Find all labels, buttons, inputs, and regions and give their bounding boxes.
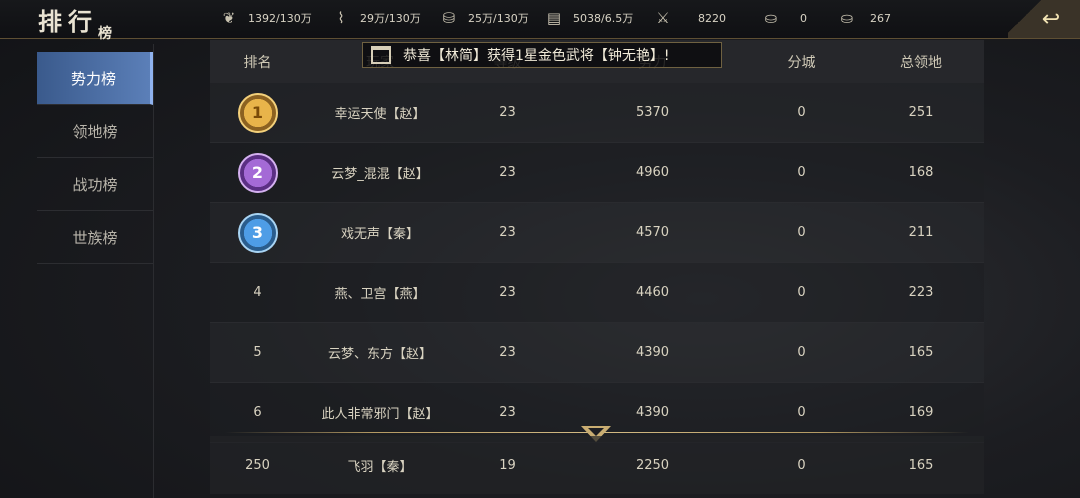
- player-level: 23: [499, 285, 516, 300]
- gold-ingot-icon: ⛀: [764, 9, 778, 27]
- table-body: 1 幸运天使【赵】 23 5370 0 251 2 云梦_混混【赵】 23 49…: [210, 83, 984, 443]
- back-button[interactable]: ↩: [1008, 0, 1080, 38]
- rank-1-medal-icon: 1: [237, 92, 278, 133]
- table-row[interactable]: 1 幸运天使【赵】 23 5370 0 251: [210, 83, 984, 143]
- sword-icon: ⚔: [656, 9, 670, 27]
- self-name: 飞羽【秦】: [347, 459, 413, 475]
- rank-2-medal-icon: 2: [237, 152, 278, 193]
- player-level: 23: [499, 225, 516, 240]
- player-territory: 251: [908, 105, 934, 120]
- player-rank: 4: [253, 285, 262, 300]
- player-level: 23: [499, 165, 516, 180]
- player-power: 5370: [635, 105, 670, 120]
- player-name: 云梦、东方【赵】: [327, 347, 432, 362]
- sidebar-item-label: 战功榜: [72, 175, 118, 194]
- resource-value: 1392/130万: [248, 12, 312, 25]
- resource-value: 8220: [698, 11, 726, 25]
- page-title-main: 排行: [38, 7, 98, 36]
- self-rank: 250: [245, 457, 270, 473]
- page-title: 排行榜: [38, 2, 112, 42]
- self-territory: 165: [908, 457, 934, 473]
- player-rank: 6: [253, 405, 262, 420]
- player-rank: 5: [253, 345, 262, 360]
- back-arrow-icon: ↩: [1041, 6, 1061, 32]
- resource-wheat: ❦ 1392/130万: [218, 0, 312, 36]
- ranking-table: 排名 玩家 等级 势力 分城 总领地 1 幸运天使【赵】 23 5370 0 2…: [210, 40, 984, 443]
- sidebar-divider: [153, 44, 154, 498]
- resource-value: 29万/130万: [360, 12, 421, 25]
- page-title-suffix: 榜: [98, 26, 112, 42]
- wheat-icon: ❦: [222, 9, 236, 27]
- player-name: 戏无声【秦】: [340, 227, 419, 242]
- player-cities: 0: [797, 105, 806, 120]
- player-level: 23: [499, 345, 516, 360]
- wood-icon: ⌇: [337, 9, 345, 27]
- player-power: 4390: [635, 345, 670, 360]
- sidebar: 势力榜 领地榜 战功榜 世族榜: [37, 52, 153, 264]
- player-territory: 223: [908, 285, 934, 300]
- sidebar-item-clan-rank[interactable]: 世族榜: [37, 211, 153, 264]
- header-rank: 排名: [243, 54, 272, 71]
- header-total-territory: 总领地: [900, 54, 942, 71]
- top-bar: 排行榜 ❦ 1392/130万 ⌇ 29万/130万 ⛁ 25万/130万 ▤ …: [0, 0, 1080, 42]
- resource-gold: ⛀ 0: [760, 0, 807, 36]
- player-power: 4960: [635, 165, 670, 180]
- resource-value: 25万/130万: [468, 12, 529, 25]
- player-name: 此人非常邪门【赵】: [321, 407, 439, 422]
- stone-icon: ▤: [546, 9, 562, 27]
- self-level: 19: [499, 457, 516, 473]
- resource-value: 5038/6.5万: [573, 12, 634, 25]
- iron-icon: ⛁: [442, 9, 456, 27]
- table-row[interactable]: 3 戏无声【秦】 23 4570 0 211: [210, 203, 984, 263]
- player-territory: 168: [908, 165, 934, 180]
- scroll-notice-icon: [371, 46, 391, 64]
- player-name: 燕、卫宫【燕】: [334, 287, 426, 302]
- player-power: 4460: [635, 285, 670, 300]
- self-power: 2250: [635, 457, 670, 473]
- self-cities: 0: [797, 457, 806, 473]
- notice-text: 恭喜【林简】获得1星金色武将【钟无艳】!: [403, 48, 670, 64]
- table-row[interactable]: 4 燕、卫宫【燕】 23 4460 0 223: [210, 263, 984, 323]
- player-cities: 0: [797, 345, 806, 360]
- silver-ingot-icon: ⛀: [840, 9, 854, 27]
- player-power: 4390: [635, 405, 670, 420]
- sidebar-item-label: 世族榜: [72, 228, 118, 247]
- resource-stone: ▤ 5038/6.5万: [543, 0, 633, 36]
- sidebar-item-label: 势力榜: [70, 69, 116, 88]
- resource-iron: ⛁ 25万/130万: [438, 0, 529, 36]
- player-cities: 0: [797, 165, 806, 180]
- sidebar-item-merit-rank[interactable]: 战功榜: [37, 158, 153, 211]
- sidebar-item-label: 领地榜: [72, 122, 118, 141]
- table-row[interactable]: 5 云梦、东方【赵】 23 4390 0 165: [210, 323, 984, 383]
- resource-wood: ⌇ 29万/130万: [330, 0, 421, 36]
- self-rank-row[interactable]: 250 飞羽【秦】 19 2250 0 165: [210, 436, 984, 494]
- resource-silver: ⛀ 267: [836, 0, 891, 36]
- table-row[interactable]: 2 云梦_混混【赵】 23 4960 0 168: [210, 143, 984, 203]
- player-cities: 0: [797, 405, 806, 420]
- player-territory: 169: [908, 405, 934, 420]
- player-level: 23: [499, 405, 516, 420]
- header-branch-cities: 分城: [787, 54, 816, 71]
- player-cities: 0: [797, 225, 806, 240]
- sidebar-item-power-rank[interactable]: 势力榜: [37, 52, 153, 105]
- player-territory: 211: [908, 225, 934, 240]
- player-cities: 0: [797, 285, 806, 300]
- player-name: 云梦_混混【赵】: [331, 167, 429, 182]
- resource-military: ⚔ 8220: [652, 0, 726, 36]
- resource-value: 267: [870, 11, 891, 25]
- rank-3-medal-icon: 3: [237, 212, 278, 253]
- player-power: 4570: [635, 225, 670, 240]
- sidebar-item-territory-rank[interactable]: 领地榜: [37, 105, 153, 158]
- resource-value: 0: [800, 11, 807, 25]
- player-level: 23: [499, 105, 516, 120]
- system-notice-banner: 恭喜【林简】获得1星金色武将【钟无艳】!: [362, 42, 722, 68]
- player-territory: 165: [908, 345, 934, 360]
- player-name: 幸运天使【赵】: [334, 107, 426, 122]
